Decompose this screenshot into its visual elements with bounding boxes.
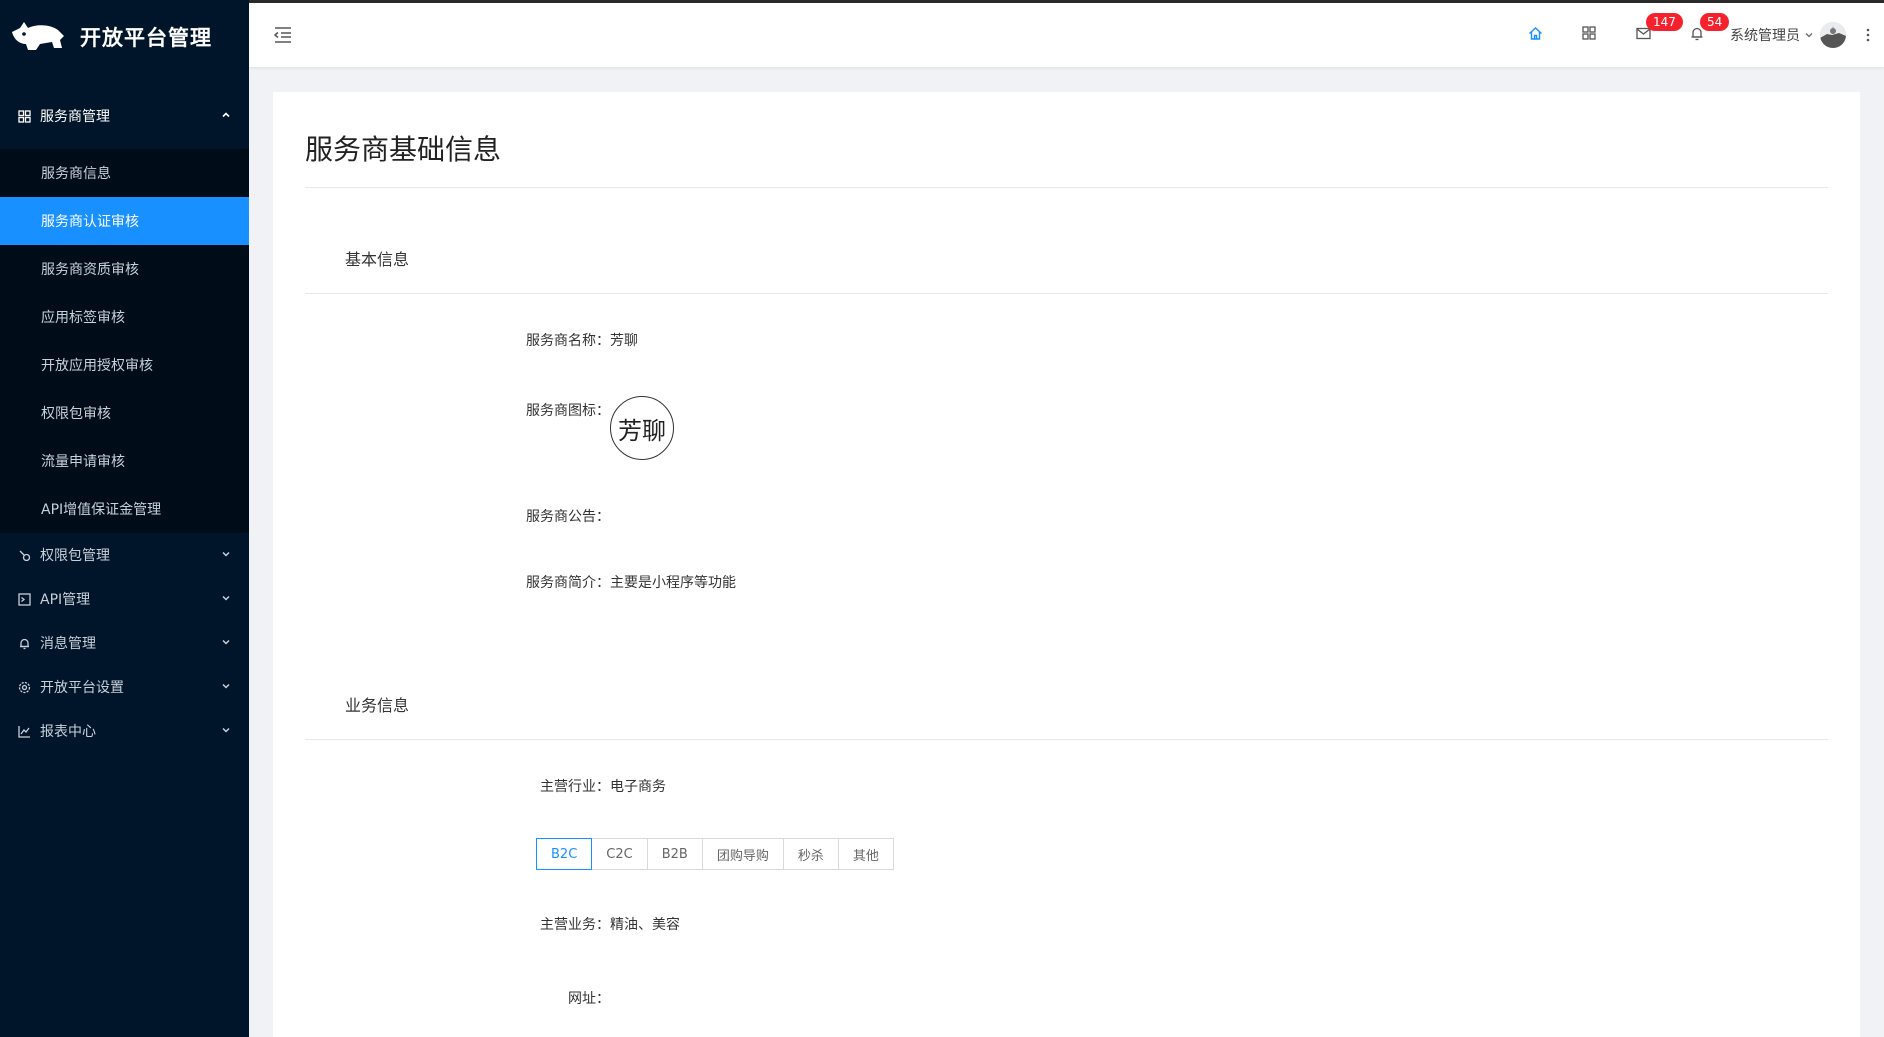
tab-other[interactable]: 其他	[837, 838, 894, 870]
sidebar-item-traffic-request-review[interactable]: 流量申请审核	[0, 437, 249, 485]
field-value: 电子商务	[610, 779, 666, 795]
business-type-tabs: B2C C2C B2B 团购导购 秒杀 其他	[536, 838, 1828, 870]
sidebar-item-label: 服务商认证审核	[41, 214, 139, 230]
sidebar-item-label: 权限包审核	[41, 406, 111, 422]
rhino-logo-icon	[12, 22, 64, 50]
tab-b2c[interactable]: B2C	[536, 838, 593, 870]
tab-group-buying[interactable]: 团购导购	[701, 838, 784, 870]
section-title-label: 业务信息	[345, 696, 410, 715]
sidebar-item-permission-pack-management[interactable]: 权限包管理	[0, 533, 249, 577]
field-label: 服务商名称：	[526, 333, 610, 349]
tab-c2c[interactable]: C2C	[591, 838, 648, 870]
sidebar-item-label: 流量申请审核	[41, 454, 125, 470]
chevron-down-icon	[221, 591, 231, 607]
sidebar-item-label: 权限包管理	[40, 548, 110, 564]
line-chart-icon	[18, 725, 32, 738]
more-vertical-icon[interactable]	[1866, 28, 1870, 42]
sidebar-item-open-app-auth-review[interactable]: 开放应用授权审核	[0, 341, 249, 389]
submenu: 服务商信息 服务商认证审核 服务商资质审核 应用标签审核 开放应用授权审核 权限…	[0, 149, 249, 533]
logo[interactable]: 开放平台管理	[0, 0, 249, 74]
gear-icon	[18, 681, 32, 694]
appstore-icon	[1582, 26, 1596, 44]
avatar[interactable]	[1820, 22, 1846, 48]
field-provider-notice: 服务商公告：	[305, 506, 1828, 526]
header-actions: 147 54 系统管理员	[1508, 3, 1884, 67]
field-label: 网址：	[568, 991, 610, 1007]
sidebar-item-message-management[interactable]: 消息管理	[0, 621, 249, 665]
sidebar-item-open-platform-settings[interactable]: 开放平台设置	[0, 665, 249, 709]
field-provider-icon: 服务商图标： 芳聊	[305, 396, 1828, 460]
apps-button[interactable]	[1562, 3, 1616, 67]
page-title: 服务商基础信息	[305, 92, 1828, 188]
tab-b2b[interactable]: B2B	[646, 838, 703, 870]
field-provider-name: 服务商名称： 芳聊	[305, 330, 1828, 350]
tab-flash-sale[interactable]: 秒杀	[782, 838, 839, 870]
sidebar-item-provider-qualification-review[interactable]: 服务商资质审核	[0, 245, 249, 293]
provider-logo: 芳聊	[610, 396, 674, 460]
field-main-business: 主营业务： 精油、美容	[305, 914, 1828, 934]
main-content: 服务商基础信息 基本信息 服务商名称： 芳聊 服务商图标： 芳聊 服务商公告： …	[273, 92, 1860, 1037]
notification-button[interactable]: 54	[1670, 3, 1730, 67]
field-value: 芳聊	[610, 333, 638, 349]
terminal-icon	[18, 592, 32, 606]
sidebar-item-label: 开放平台设置	[40, 680, 124, 696]
sidebar-item-label: 服务商信息	[41, 166, 111, 182]
sidebar-group-label: 服务商管理	[40, 109, 110, 125]
field-label: 服务商简介：	[526, 575, 610, 591]
sidebar-item-label: 开放应用授权审核	[41, 358, 153, 374]
sidebar-item-permission-pack-review[interactable]: 权限包审核	[0, 389, 249, 437]
field-label: 主营业务：	[540, 917, 610, 933]
section-title-basic: 基本信息	[305, 246, 1828, 294]
field-main-industry: 主营行业： 电子商务	[305, 776, 1828, 796]
chevron-up-icon	[221, 108, 231, 124]
notification-count-badge: 54	[1700, 13, 1730, 31]
sidebar-item-label: 应用标签审核	[41, 310, 125, 326]
section-title-business: 业务信息	[305, 692, 1828, 740]
bell-icon	[18, 637, 32, 650]
mail-button[interactable]: 147	[1616, 3, 1683, 67]
menu-fold-icon[interactable]	[273, 26, 293, 44]
field-website: 网址：	[305, 988, 1828, 1008]
provider-logo-text: 芳聊	[618, 416, 666, 445]
app-title: 开放平台管理	[80, 26, 212, 50]
sidebar-item-app-tag-review[interactable]: 应用标签审核	[0, 293, 249, 341]
field-provider-intro: 服务商简介： 主要是小程序等功能	[305, 572, 1828, 592]
sidebar-item-api-deposit-management[interactable]: API增值保证金管理	[0, 485, 249, 533]
sidebar-item-report-center[interactable]: 报表中心	[0, 709, 249, 753]
mail-icon	[1635, 27, 1651, 44]
sidebar-item-label: 报表中心	[40, 724, 96, 740]
header: 147 54 系统管理员	[249, 3, 1884, 67]
sidebar-item-provider-info[interactable]: 服务商信息	[0, 149, 249, 197]
chevron-down-icon	[221, 635, 231, 651]
field-value: 精油、美容	[610, 917, 680, 933]
chevron-down-icon	[221, 723, 231, 739]
chevron-down-icon	[221, 679, 231, 695]
sidebar-group-service-provider[interactable]: 服务商管理	[0, 83, 249, 149]
sidebar: 开放平台管理 服务商管理 服务商信息 服务商认证审核 服务商资质审核 应用标签审…	[0, 0, 249, 1037]
sidebar-item-label: 服务商资质审核	[41, 262, 139, 278]
chevron-down-icon	[221, 547, 231, 563]
field-value: 主要是小程序等功能	[610, 575, 736, 591]
field-label: 服务商公告：	[526, 509, 610, 525]
sidebar-item-provider-cert-review[interactable]: 服务商认证审核	[0, 197, 249, 245]
field-label: 主营行业：	[540, 779, 610, 795]
chevron-down-icon	[1804, 30, 1814, 40]
user-menu[interactable]: 系统管理员	[1730, 22, 1846, 48]
link-icon	[18, 549, 32, 562]
field-label: 服务商图标：	[526, 403, 610, 419]
appstore-icon	[18, 109, 32, 123]
sidebar-item-label: 消息管理	[40, 636, 96, 652]
home-icon	[1528, 26, 1543, 45]
section-title-label: 基本信息	[345, 250, 410, 269]
user-name: 系统管理员	[1730, 28, 1800, 44]
sidebar-item-label: API增值保证金管理	[41, 502, 162, 518]
sidebar-item-api-management[interactable]: API管理	[0, 577, 249, 621]
home-button[interactable]	[1508, 3, 1562, 67]
sidebar-item-label: API管理	[40, 592, 91, 608]
